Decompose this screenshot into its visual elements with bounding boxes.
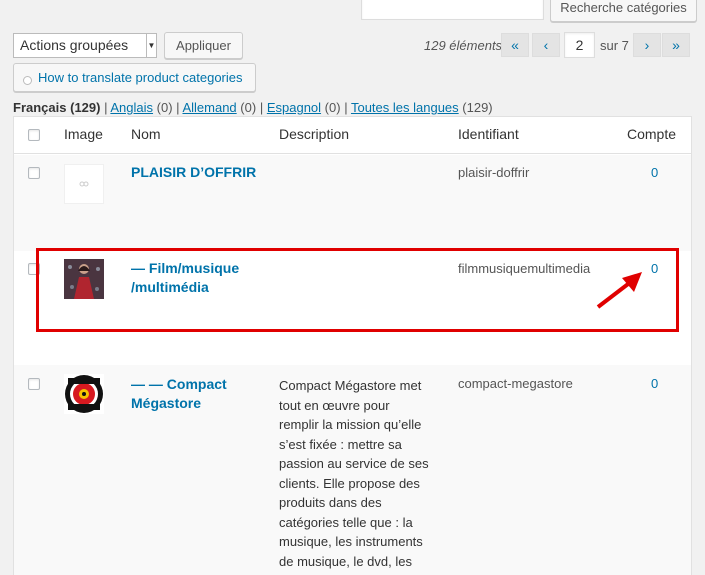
table-row: — — Compact Mégastore Compact Mégastore … (14, 365, 691, 575)
categories-table: Image Nom Description Identifiant Compte… (13, 116, 692, 575)
next-page-button[interactable]: › (633, 33, 661, 57)
table-header: Image Nom Description Identifiant Compte (14, 117, 691, 154)
category-name-link[interactable]: PLAISIR D’OFFRIR (131, 163, 256, 182)
lang-link-espagnol[interactable]: Espagnol (267, 100, 321, 115)
first-page-button[interactable]: « (501, 33, 529, 57)
row-checkbox[interactable] (28, 378, 40, 390)
lang-current-count: (129) (70, 100, 101, 115)
bulk-actions-select[interactable]: Actions groupées ▼ (13, 33, 157, 58)
search-input[interactable] (361, 0, 544, 20)
items-count: 129 éléments (424, 38, 503, 53)
lang-link-anglais[interactable]: Anglais (110, 100, 153, 115)
current-page-input[interactable]: 2 (564, 32, 595, 58)
apply-button[interactable]: Appliquer (164, 32, 243, 59)
category-thumbnail (64, 164, 104, 204)
compact-megastore-logo-icon (65, 375, 103, 413)
help-circle-icon (23, 76, 32, 85)
placeholder-image-icon (79, 181, 89, 187)
column-header-count[interactable]: Compte (627, 126, 676, 142)
chevron-down-icon: ▼ (146, 34, 156, 57)
category-name-link[interactable]: — — Compact Mégastore (131, 375, 227, 413)
table-row: PLAISIR D’OFFRIR plaisir-doffrir 0 (14, 155, 691, 251)
select-all-checkbox[interactable] (28, 129, 40, 141)
search-categories-button[interactable]: Recherche catégories (550, 0, 697, 22)
category-description: Compact Mégastore met tout en œuvre pour… (279, 378, 429, 569)
previous-page-button[interactable]: ‹ (532, 33, 560, 57)
column-header-description[interactable]: Description (279, 126, 349, 142)
lang-link-all[interactable]: Toutes les langues (351, 100, 459, 115)
column-header-slug[interactable]: Identifiant (458, 126, 519, 142)
category-count-link[interactable]: 0 (651, 165, 658, 180)
translate-help-button[interactable]: How to translate product categories (13, 63, 256, 92)
red-arrow-icon (596, 272, 642, 309)
column-header-name[interactable]: Nom (131, 126, 161, 142)
translate-help-label: How to translate product categories (38, 70, 243, 85)
category-slug: compact-megastore (458, 376, 573, 391)
lang-link-allemand[interactable]: Allemand (182, 100, 236, 115)
column-header-image: Image (64, 126, 103, 142)
language-filter: Français (129) | Anglais (0) | Allemand … (13, 100, 493, 115)
category-slug: plaisir-doffrir (458, 165, 530, 180)
category-thumbnail (64, 374, 104, 414)
bulk-actions-selected: Actions groupées (20, 37, 129, 53)
last-page-button[interactable]: » (662, 33, 690, 57)
total-pages-label: sur 7 (600, 38, 629, 53)
row-checkbox[interactable] (28, 167, 40, 179)
highlight-box (36, 248, 679, 332)
category-count-link[interactable]: 0 (651, 376, 658, 391)
lang-current-label: Français (13, 100, 67, 115)
